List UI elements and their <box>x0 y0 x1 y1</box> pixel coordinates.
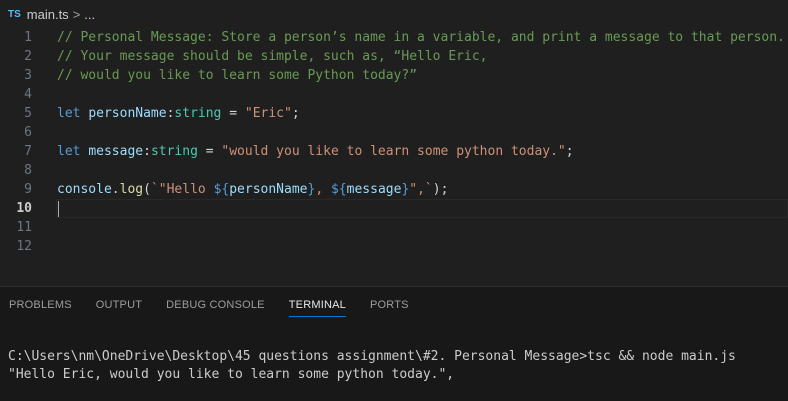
line-number: 2 <box>24 49 32 64</box>
chevron-right-icon: > <box>72 6 81 22</box>
code-line[interactable]: 11 <box>0 218 788 237</box>
tab-terminal[interactable]: TERMINAL <box>277 287 358 323</box>
tab-ports[interactable]: PORTS <box>358 287 421 323</box>
tab-problems[interactable]: PROBLEMS <box>0 287 84 323</box>
template-open: ${ <box>330 182 347 197</box>
code-statement: let personName:string = "Eric"; <box>57 104 300 123</box>
template-variable: message <box>346 182 402 197</box>
code-line[interactable]: 1 // Personal Message: Store a person’s … <box>0 28 788 47</box>
semicolon: ; <box>565 144 574 159</box>
code-line[interactable]: 2 // Your message should be simple, such… <box>0 47 788 66</box>
code-statement: let message:string = "would you like to … <box>57 142 574 161</box>
line-number: 1 <box>24 30 32 45</box>
template-string: ",` <box>409 182 433 197</box>
code-line[interactable]: 5 let personName:string = "Eric"; <box>0 104 788 123</box>
variable-name: message <box>88 144 144 159</box>
code-line[interactable]: 9 console.log(`"Hello ${personName}, ${m… <box>0 180 788 199</box>
line-number-active: 10 <box>16 201 32 216</box>
assign-operator: = <box>221 106 245 121</box>
template-string: `"Hello <box>150 182 214 197</box>
type-annotation: string <box>174 106 222 121</box>
code-comment: // would you like to learn some Python t… <box>57 68 418 83</box>
breadcrumb-file-name[interactable]: main.ts <box>27 7 69 22</box>
type-annotation: string <box>150 144 198 159</box>
line-number: 6 <box>24 125 32 140</box>
code-line[interactable]: 8 <box>0 161 788 180</box>
line-number: 12 <box>16 239 32 254</box>
code-line[interactable]: 6 <box>0 123 788 142</box>
code-comment: // Personal Message: Store a person’s na… <box>57 30 785 45</box>
code-line[interactable]: 7 let message:string = "would you like t… <box>0 142 788 161</box>
close-paren: ); <box>432 182 449 197</box>
open-paren: ( <box>143 182 151 197</box>
line-number: 4 <box>24 87 32 102</box>
dot: . <box>111 182 120 197</box>
code-comment: // Your message should be simple, such a… <box>57 49 488 64</box>
line-number: 3 <box>24 68 32 83</box>
terminal-command-line[interactable]: C:\Users\nm\OneDrive\Desktop\45 question… <box>8 348 736 366</box>
keyword-let: let <box>57 144 81 159</box>
text-cursor <box>58 201 59 217</box>
line-number: 9 <box>24 182 32 197</box>
function-name: log <box>119 182 144 197</box>
typescript-file-icon: TS <box>8 8 21 20</box>
semicolon: ; <box>291 106 300 121</box>
template-variable: personName <box>229 182 308 197</box>
assign-operator: = <box>197 144 222 159</box>
console-object: console <box>57 182 112 197</box>
tab-output[interactable]: OUTPUT <box>84 287 154 323</box>
variable-name: personName <box>88 106 167 121</box>
code-statement: console.log(`"Hello ${personName}, ${mes… <box>57 180 448 199</box>
breadcrumb-symbol[interactable]: ... <box>84 7 95 22</box>
current-line-highlight <box>56 199 788 218</box>
template-string: , <box>315 182 331 197</box>
template-open: ${ <box>213 182 230 197</box>
code-line[interactable]: 3 // would you like to learn some Python… <box>0 66 788 85</box>
terminal-output-line[interactable]: "Hello Eric, would you like to learn som… <box>8 366 454 384</box>
code-line-active[interactable]: 10 <box>0 199 788 218</box>
breadcrumb: TS main.ts > ... <box>0 0 788 28</box>
bottom-panel: PROBLEMS OUTPUT DEBUG CONSOLE TERMINAL P… <box>0 287 788 401</box>
string-literal: "Eric" <box>244 106 292 121</box>
code-line[interactable]: 4 <box>0 85 788 104</box>
code-editor[interactable]: 1 // Personal Message: Store a person’s … <box>0 28 788 286</box>
line-number: 11 <box>16 220 32 235</box>
colon: : <box>143 144 151 159</box>
line-number: 5 <box>24 106 32 121</box>
string-literal: "would you like to learn some python tod… <box>221 144 566 159</box>
line-number: 7 <box>24 144 32 159</box>
tab-debug-console[interactable]: DEBUG CONSOLE <box>154 287 277 323</box>
line-number: 8 <box>24 163 32 178</box>
panel-tabs: PROBLEMS OUTPUT DEBUG CONSOLE TERMINAL P… <box>0 287 421 323</box>
code-line[interactable]: 12 <box>0 237 788 256</box>
keyword-let: let <box>57 106 81 121</box>
